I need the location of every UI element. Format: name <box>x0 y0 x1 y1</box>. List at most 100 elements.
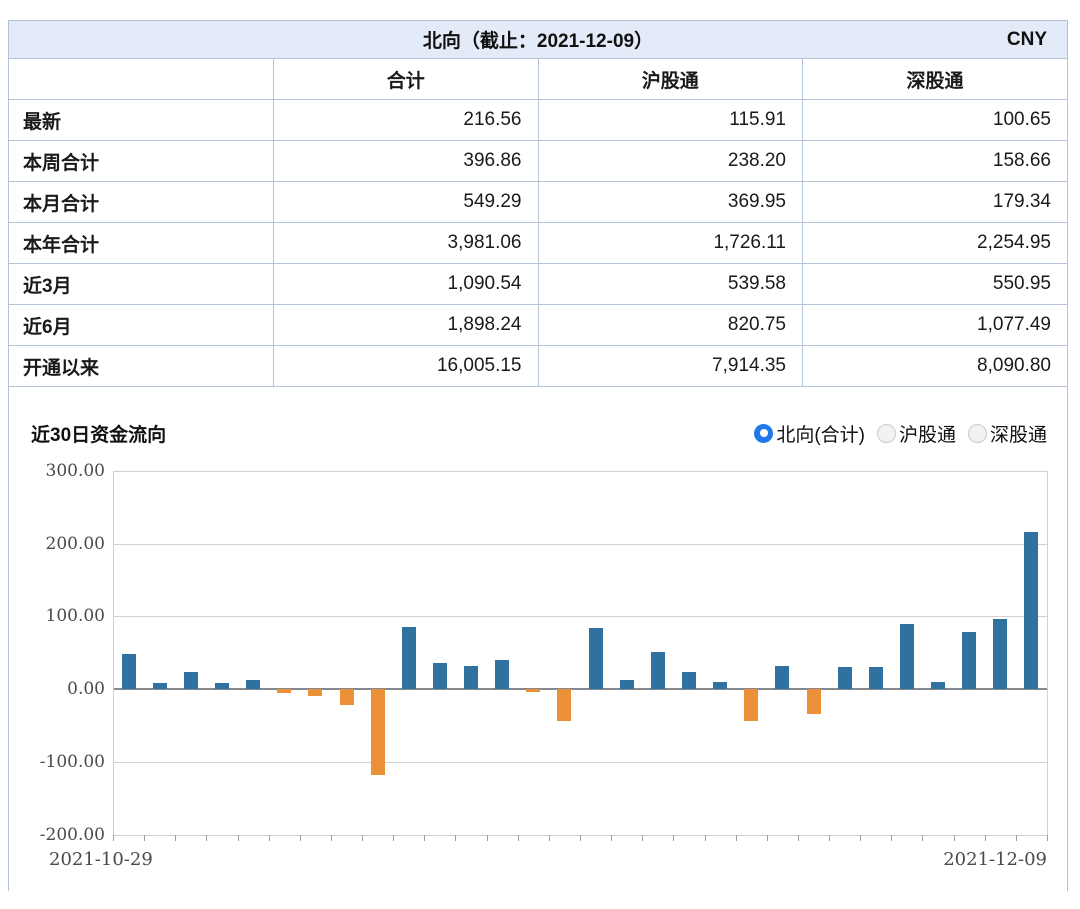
bar-positive <box>152 682 167 690</box>
x-axis-tickmark <box>237 834 239 841</box>
bar-positive <box>650 652 665 690</box>
bar-positive <box>899 623 914 690</box>
northbound-flow-panel: 北向（截止：2021-12-09） CNY 合计 沪股通 深股通 最新 216.5… <box>8 20 1068 891</box>
flow-table-body: 最新 216.56 115.91 100.65 本周合计 396.86 238.20 158.… <box>9 99 1067 387</box>
x-axis-tickmark <box>113 834 114 841</box>
x-axis-tickmark <box>393 834 395 841</box>
table-cell-value: 550.95 <box>802 263 1067 305</box>
y-axis-tick-label: 300.00 <box>45 461 105 481</box>
currency-label: CNY <box>1006 28 1047 50</box>
gridline <box>113 543 1047 545</box>
x-axis-tickmark <box>860 834 862 841</box>
row-label: 本年合计 <box>9 222 274 264</box>
chart-title: 近30日资金流向 <box>31 424 167 446</box>
col-header-sz-connect: 深股通 <box>802 59 1067 100</box>
bar-positive <box>681 672 696 690</box>
bar-positive <box>1024 531 1039 690</box>
x-axis-tickmark <box>517 834 519 841</box>
bar-negative <box>806 689 821 714</box>
bar-negative <box>370 689 385 775</box>
table-cell-value: 2,254.95 <box>802 222 1067 264</box>
table-cell-value: 8,090.80 <box>802 345 1067 387</box>
table-row: 最新 216.56 115.91 100.65 <box>9 99 1067 141</box>
table-cell-value: 3,981.06 <box>273 222 539 264</box>
table-row: 本月合计 549.29 369.95 179.34 <box>9 181 1067 223</box>
table-cell-value: 1,726.11 <box>537 222 803 264</box>
table-row: 本周合计 396.86 238.20 158.66 <box>9 140 1067 182</box>
table-cell-value: 1,077.49 <box>802 304 1067 346</box>
radio-label: 深股通 <box>989 424 1047 446</box>
bar-positive <box>183 671 198 690</box>
x-axis-tickmark <box>1047 834 1048 841</box>
bar-positive <box>962 632 977 690</box>
row-label: 近3月 <box>9 263 274 305</box>
x-axis-tickmark <box>268 834 270 841</box>
x-axis-tickmark <box>144 834 146 841</box>
row-label: 近6月 <box>9 304 274 346</box>
table-cell-value: 396.86 <box>273 140 539 182</box>
bar-positive <box>713 681 728 690</box>
row-label: 最新 <box>9 99 274 141</box>
radio-unselected-icon[interactable] <box>967 423 987 443</box>
series-radio-sz-connect[interactable]: 深股通 <box>967 420 1047 447</box>
x-axis-tickmark <box>299 834 301 841</box>
radio-selected-icon[interactable] <box>754 423 774 443</box>
table-cell-value: 179.34 <box>802 181 1067 223</box>
table-row: 近6月 1,898.24 820.75 1,077.49 <box>9 304 1067 346</box>
table-cell-value: 539.58 <box>537 263 803 305</box>
bar-positive <box>619 679 634 690</box>
table-cell-value: 100.65 <box>802 99 1067 141</box>
table-cell-value: 115.91 <box>537 99 803 141</box>
plot-right-border <box>1047 471 1048 835</box>
radio-label: 沪股通 <box>898 424 956 446</box>
x-axis-tickmark <box>766 834 768 841</box>
chart-header: 近30日资金流向 北向(合计) 沪股通 深股通 <box>9 387 1067 449</box>
gridline <box>113 761 1047 763</box>
series-radio-group: 北向(合计) 沪股通 深股通 <box>754 420 1047 447</box>
bar-positive <box>401 626 416 690</box>
panel-title-bar: 北向（截止：2021-12-09） CNY <box>9 21 1067 59</box>
series-radio-northbound-total[interactable]: 北向(合计) <box>754 420 865 447</box>
x-axis-tickmark <box>891 834 893 841</box>
bar-positive <box>432 662 447 690</box>
table-cell-value: 158.66 <box>802 140 1067 182</box>
table-cell-value: 1,090.54 <box>273 263 539 305</box>
bar-positive <box>464 665 479 690</box>
x-axis-tickmark <box>984 834 986 841</box>
bar-positive <box>931 681 946 690</box>
x-axis-tickmark <box>175 834 177 841</box>
col-header-total: 合计 <box>273 59 539 100</box>
y-axis-tick-label: 0.00 <box>67 679 105 700</box>
bar-positive <box>214 682 229 690</box>
x-axis-tickmark <box>953 834 955 841</box>
bar-negative <box>744 689 759 722</box>
table-header-row: 合计 沪股通 深股通 <box>9 59 1067 100</box>
bar-negative <box>557 689 572 722</box>
bar-positive <box>993 619 1008 690</box>
radio-label: 北向(合计) <box>776 424 865 446</box>
col-header-blank <box>9 59 274 100</box>
y-axis-tick-label: 200.00 <box>45 533 105 554</box>
x-axis-tickmark <box>611 834 613 841</box>
gridline <box>113 471 1047 472</box>
y-axis-line <box>113 471 114 835</box>
x-axis-tickmark <box>206 834 208 841</box>
radio-unselected-icon[interactable] <box>876 423 896 443</box>
bar-negative <box>277 689 292 694</box>
bar-positive <box>775 665 790 690</box>
x-axis-label-end: 2021-12-09 <box>943 849 1047 870</box>
x-axis-label-start: 2021-10-29 <box>49 849 153 870</box>
table-cell-value: 238.20 <box>537 140 803 182</box>
bar-negative <box>526 689 541 692</box>
bar-negative <box>308 689 323 697</box>
col-header-sh-connect: 沪股通 <box>537 59 803 100</box>
x-axis-tickmark <box>580 834 581 841</box>
chart-section: 近30日资金流向 北向(合计) 沪股通 深股通 300.00 200.00 100.00… <box>9 387 1067 909</box>
bar-positive <box>246 679 261 690</box>
x-axis-tickmark <box>797 834 799 841</box>
table-cell-value: 820.75 <box>537 304 803 346</box>
table-row: 本年合计 3,981.06 1,726.11 2,254.95 <box>9 222 1067 264</box>
x-axis-tickmark <box>922 834 924 841</box>
x-axis-tickmark <box>735 834 737 841</box>
series-radio-sh-connect[interactable]: 沪股通 <box>876 420 956 447</box>
